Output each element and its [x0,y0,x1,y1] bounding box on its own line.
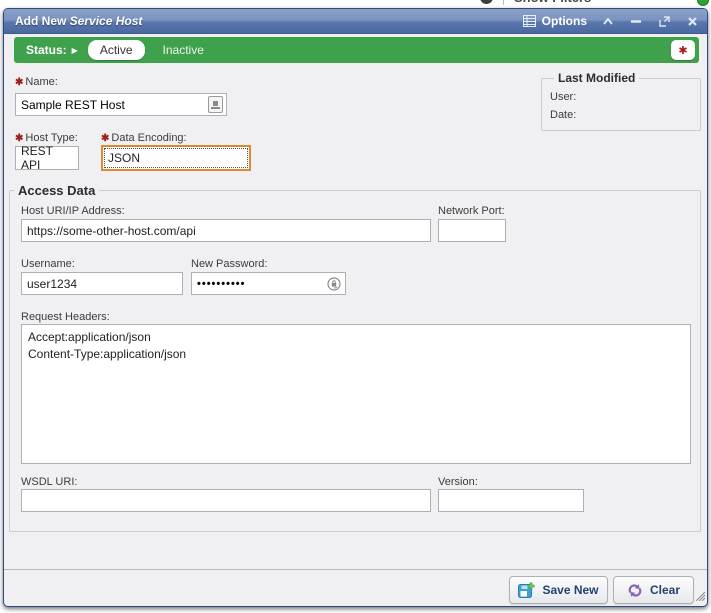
options-button[interactable]: Options [523,14,587,28]
username-label: Username: [21,258,75,270]
collapse-icon[interactable] [601,14,615,28]
data-encoding-select[interactable]: JSON [101,145,251,171]
background-user-icon [480,0,493,4]
clear-label: Clear [650,583,680,597]
minimize-icon[interactable] [629,14,643,28]
last-modified-fieldset: Last Modified User: Date: [541,71,701,131]
divider [503,0,504,5]
dialog-titlebar[interactable]: Add New Service Host Options [4,9,707,34]
status-option-active[interactable]: Active [88,40,145,60]
network-port-input[interactable] [438,219,506,242]
status-label: Status: [26,43,67,57]
add-service-host-dialog: Add New Service Host Options Stat [3,8,708,607]
resize-grip[interactable] [693,589,705,604]
name-label: ✱Name: [15,76,58,88]
background-clipped-text: Show Filters [514,0,591,5]
last-modified-date: Date: [550,107,692,123]
background-status-dot [697,0,709,6]
username-input[interactable] [21,272,183,295]
host-uri-label: Host URI/IP Address: [21,205,125,217]
status-caret-icon: ▶ [72,46,78,55]
input-helper-icon[interactable] [208,96,223,113]
name-field-wrap [15,93,227,116]
access-data-legend: Access Data [14,183,99,198]
status-required-badge: ✱ [671,40,695,60]
version-label: Version: [438,476,478,488]
request-headers-label: Request Headers: [21,311,110,323]
status-option-inactive[interactable]: Inactive [151,40,216,60]
host-type-value: REST API [16,147,78,169]
required-asterisk: ✱ [15,133,23,144]
options-label: Options [542,14,587,28]
password-lock-icon[interactable] [327,277,341,291]
host-uri-input[interactable] [21,219,431,242]
save-icon [518,582,535,599]
last-modified-legend: Last Modified [554,71,639,85]
status-bar: Status: ▶ Active Inactive ✱ [14,37,699,63]
popout-icon[interactable] [657,14,671,28]
close-icon[interactable] [685,14,699,28]
new-password-input[interactable] [192,273,327,294]
data-encoding-label: ✱Data Encoding: [101,132,187,144]
save-new-button[interactable]: Save New [509,576,608,604]
host-type-label: ✱Host Type: [15,132,78,144]
host-type-select[interactable]: REST API [15,146,79,170]
name-input[interactable] [16,94,208,115]
required-asterisk: ✱ [15,77,23,88]
last-modified-user: User: [550,89,692,105]
password-field-wrap [191,272,346,295]
new-password-label: New Password: [191,258,267,270]
refresh-icon [627,583,643,598]
dialog-title: Add New Service Host [15,14,142,28]
network-port-label: Network Port: [438,205,505,217]
clear-button[interactable]: Clear [613,576,694,604]
data-encoding-value: JSON [103,147,249,169]
options-menu-icon [523,14,537,28]
request-headers-textarea[interactable] [21,324,691,464]
version-input[interactable] [438,489,584,512]
wsdl-uri-input[interactable] [21,489,431,512]
save-new-label: Save New [542,583,598,597]
wsdl-uri-label: WSDL URI: [21,476,77,488]
required-asterisk: ✱ [101,133,109,144]
footer-divider [4,569,707,570]
